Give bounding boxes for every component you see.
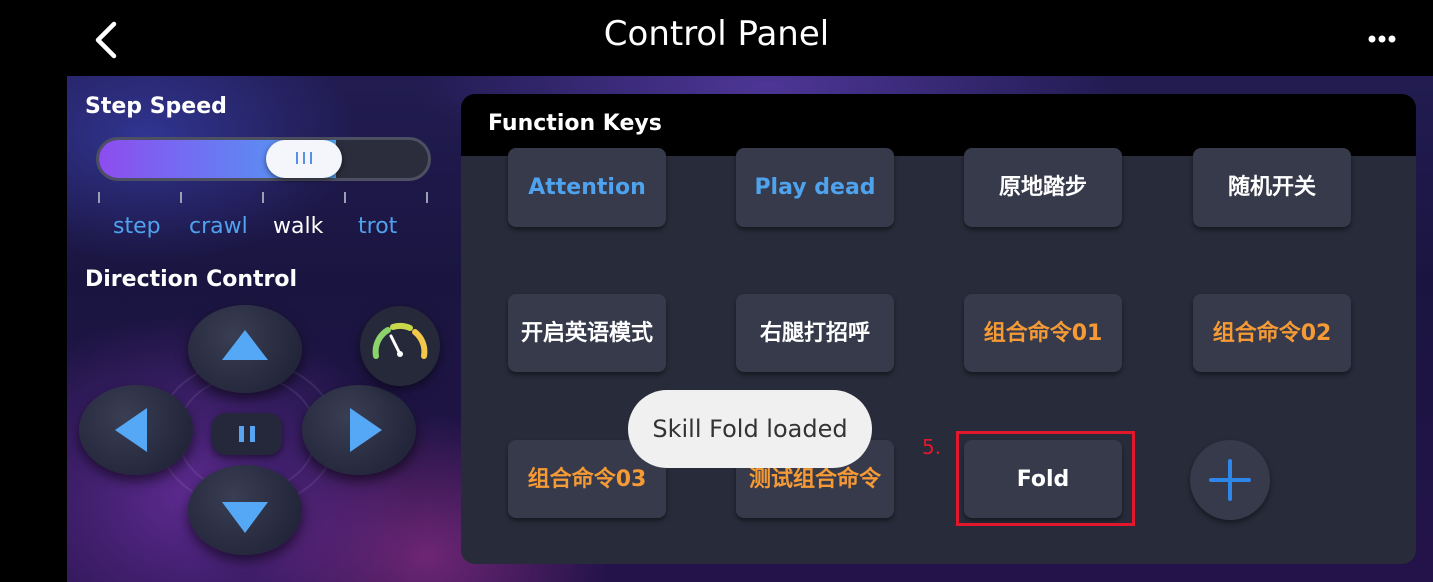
speedometer-icon xyxy=(372,322,428,359)
more-horizontal-icon xyxy=(1368,35,1396,43)
move-up-button[interactable] xyxy=(188,305,302,393)
stop-button[interactable] xyxy=(212,413,282,455)
slider-tick xyxy=(262,192,264,203)
toast-message: Skill Fold loaded xyxy=(628,390,872,468)
top-bar: Control Panel xyxy=(0,0,1433,76)
annotation-highlight-box xyxy=(956,431,1135,526)
key-march-in-place[interactable]: 原地踏步 xyxy=(964,148,1122,227)
gear-trot[interactable]: trot xyxy=(358,214,397,239)
step-speed-slider[interactable] xyxy=(96,137,431,181)
arrow-down-icon xyxy=(222,502,268,533)
direction-control-label: Direction Control xyxy=(85,267,298,292)
gear-crawl[interactable]: crawl xyxy=(189,214,248,239)
add-key-button[interactable] xyxy=(1190,440,1270,520)
key-play-dead[interactable]: Play dead xyxy=(736,148,894,227)
slider-tick xyxy=(98,192,100,203)
move-right-button[interactable] xyxy=(302,385,416,475)
key-random-toggle[interactable]: 随机开关 xyxy=(1193,148,1351,227)
speed-gauge-button[interactable] xyxy=(360,306,440,386)
pause-icon xyxy=(239,426,255,442)
key-combo-01[interactable]: 组合命令01 xyxy=(964,294,1122,372)
panel-title: Function Keys xyxy=(488,111,662,136)
arrow-up-icon xyxy=(222,330,268,360)
page-title: Control Panel xyxy=(603,14,830,54)
arrow-right-icon xyxy=(350,408,382,452)
key-combo-02[interactable]: 组合命令02 xyxy=(1193,294,1351,372)
slider-handle[interactable] xyxy=(266,140,342,178)
left-margin xyxy=(0,76,67,582)
gear-walk[interactable]: walk xyxy=(273,214,323,239)
move-left-button[interactable] xyxy=(79,385,193,475)
step-speed-label: Step Speed xyxy=(85,94,227,119)
key-english-mode[interactable]: 开启英语模式 xyxy=(508,294,666,372)
annotation-step-number: 5. xyxy=(922,435,942,459)
key-attention[interactable]: Attention xyxy=(508,148,666,227)
arrow-left-icon xyxy=(115,408,147,452)
key-right-leg-wave[interactable]: 右腿打招呼 xyxy=(736,294,894,372)
plus-icon xyxy=(1209,459,1251,501)
slider-tick xyxy=(180,192,182,203)
move-down-button[interactable] xyxy=(188,465,302,555)
panel-header: Function Keys xyxy=(461,94,1416,156)
gear-step[interactable]: step xyxy=(113,214,161,239)
slider-tick xyxy=(426,192,428,203)
slider-tick xyxy=(344,192,346,203)
more-button[interactable] xyxy=(1362,26,1402,52)
